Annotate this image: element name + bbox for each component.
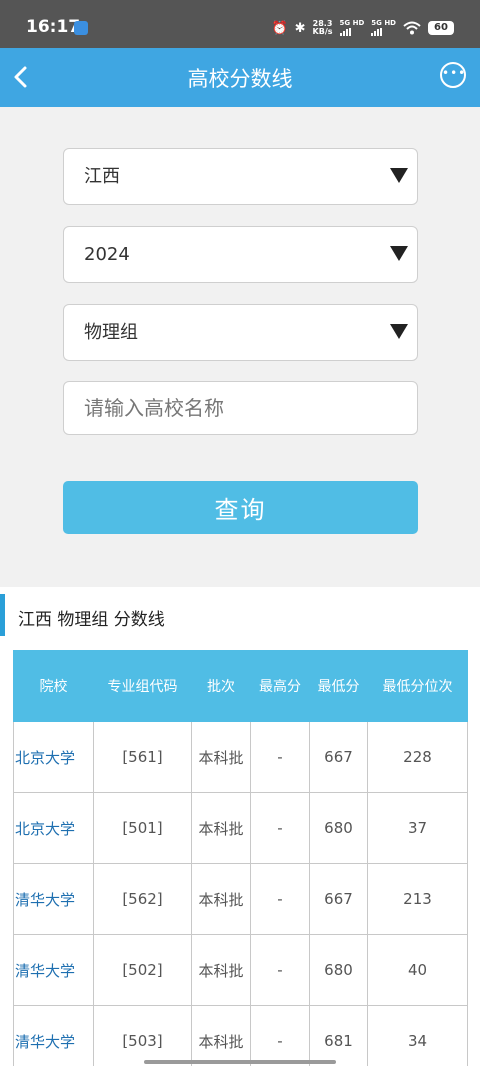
max-score-cell: -	[250, 934, 310, 1006]
min-score-cell: 667	[309, 721, 368, 793]
school-search-input[interactable]	[63, 381, 418, 435]
table-row: 清华大学 [562] 本科批 - 667 213	[13, 863, 468, 935]
batch-cell: 本科批	[191, 934, 251, 1006]
column-header: 院校	[13, 650, 94, 722]
min-score-cell: 667	[309, 863, 368, 935]
results-panel: 江西 物理组 分数线 院校 专业组代码 批次 最高分 最低分 最低分位次 北京大…	[0, 587, 480, 1066]
min-rank-cell: 34	[367, 1005, 468, 1066]
max-score-cell: -	[250, 721, 310, 793]
school-link[interactable]: 清华大学	[13, 934, 94, 1006]
province-select[interactable]: 江西	[63, 148, 418, 205]
group-code-cell: [562]	[93, 863, 192, 935]
wifi-icon	[403, 21, 421, 35]
app-header: 高校分数线 •••	[0, 48, 480, 107]
page-title: 高校分数线	[187, 67, 293, 91]
province-value: 江西	[84, 166, 120, 187]
batch-cell: 本科批	[191, 792, 251, 864]
subject-group-select[interactable]: 物理组	[63, 304, 418, 361]
signal-2: 5G HD	[371, 20, 396, 36]
status-bar: 16:17 ⏰ ✱ 28.3 KB/s 5G HD 5G HD 60	[0, 0, 480, 48]
column-header: 专业组代码	[93, 650, 192, 722]
school-link[interactable]: 清华大学	[13, 1005, 94, 1066]
school-link[interactable]: 北京大学	[13, 721, 94, 793]
column-header: 最高分	[250, 650, 310, 722]
network-speed-unit: KB/s	[312, 27, 333, 36]
min-score-cell: 681	[309, 1005, 368, 1066]
signal-icon	[371, 28, 383, 36]
signal-icon	[339, 28, 351, 36]
batch-cell: 本科批	[191, 863, 251, 935]
group-code-cell: [502]	[93, 934, 192, 1006]
table-header-row: 院校 专业组代码 批次 最高分 最低分 最低分位次	[13, 650, 468, 722]
table-row: 北京大学 [561] 本科批 - 667 228	[13, 721, 468, 793]
school-link[interactable]: 北京大学	[13, 792, 94, 864]
min-rank-cell: 213	[367, 863, 468, 935]
query-button[interactable]: 查询	[63, 481, 418, 534]
min-score-cell: 680	[309, 792, 368, 864]
min-rank-cell: 37	[367, 792, 468, 864]
status-time: 16:17	[26, 17, 81, 37]
dropdown-triangle-icon	[390, 324, 408, 339]
section-title: 江西 物理组 分数线	[18, 610, 165, 630]
table-row: 清华大学 [502] 本科批 - 680 40	[13, 934, 468, 1006]
batch-cell: 本科批	[191, 1005, 251, 1066]
subject-group-value: 物理组	[84, 322, 138, 343]
group-code-cell: [501]	[93, 792, 192, 864]
min-rank-cell: 40	[367, 934, 468, 1006]
school-link[interactable]: 清华大学	[13, 863, 94, 935]
column-header: 最低分	[309, 650, 368, 722]
battery-icon: 60	[428, 21, 454, 35]
signal-2-label: 5G HD	[371, 19, 396, 27]
signal-1: 5G HD	[339, 19, 365, 36]
group-code-cell: [503]	[93, 1005, 192, 1066]
dropdown-triangle-icon	[390, 168, 408, 183]
year-value: 2024	[84, 244, 130, 265]
max-score-cell: -	[250, 1005, 310, 1066]
notification-icon	[74, 21, 88, 35]
bluetooth-icon: ✱	[294, 20, 306, 36]
column-header: 批次	[191, 650, 251, 722]
status-icons: ⏰ ✱ 28.3 KB/s 5G HD 5G HD 60	[271, 17, 454, 39]
max-score-cell: -	[250, 863, 310, 935]
table-row: 清华大学 [503] 本科批 - 681 34	[13, 1005, 468, 1066]
column-header: 最低分位次	[367, 650, 468, 722]
signal-1-label: 5G HD	[339, 19, 365, 27]
network-speed: 28.3 KB/s	[313, 20, 333, 36]
year-select[interactable]: 2024	[63, 226, 418, 283]
max-score-cell: -	[250, 792, 310, 864]
alarm-icon: ⏰	[271, 20, 288, 36]
more-icon[interactable]: •••	[440, 62, 466, 88]
table-row: 北京大学 [501] 本科批 - 680 37	[13, 792, 468, 864]
dropdown-triangle-icon	[390, 246, 408, 261]
group-code-cell: [561]	[93, 721, 192, 793]
score-table: 院校 专业组代码 批次 最高分 最低分 最低分位次 北京大学 [561] 本科批…	[13, 650, 468, 1066]
min-rank-cell: 228	[367, 721, 468, 793]
batch-cell: 本科批	[191, 721, 251, 793]
min-score-cell: 680	[309, 934, 368, 1006]
section-accent-bar	[0, 594, 5, 636]
home-indicator[interactable]	[144, 1060, 336, 1064]
